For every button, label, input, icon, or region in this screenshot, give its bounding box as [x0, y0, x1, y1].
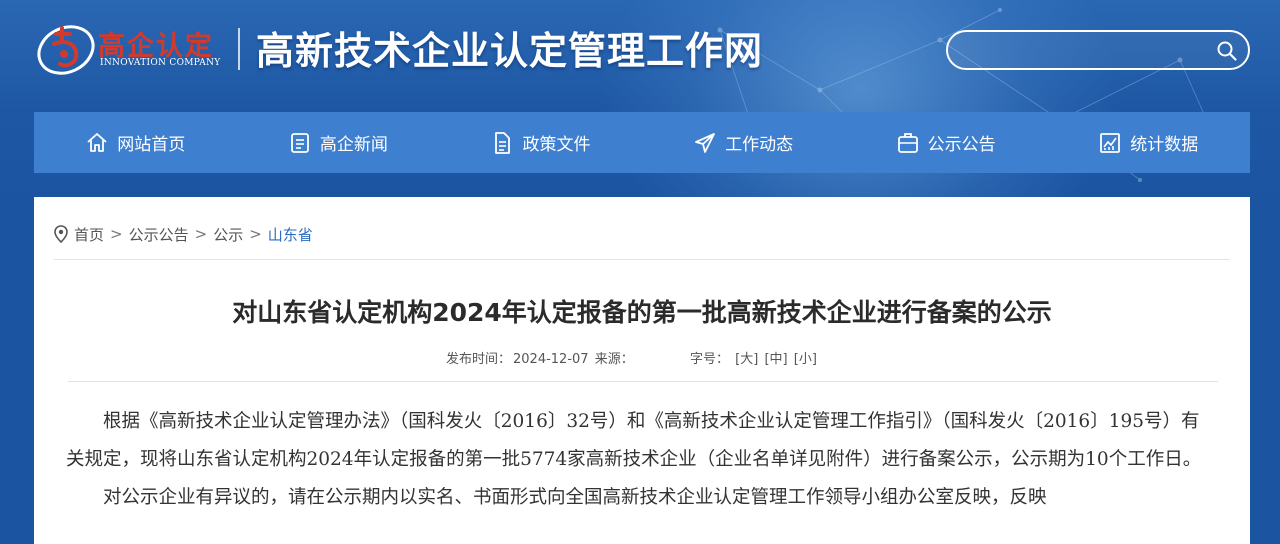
breadcrumb-notices[interactable]: 公示公告	[129, 224, 189, 245]
nav-item-label: 高企新闻	[319, 135, 388, 155]
home-icon	[87, 132, 107, 152]
breadcrumb-shandong[interactable]: 山东省	[268, 224, 313, 245]
main-nav: 网站首页 高企新闻 政策文件 工作动态 公示公告 统计数据	[34, 112, 1250, 173]
font-size-small-button[interactable]: [小]	[794, 352, 817, 367]
logo-subtitle: INNOVATION COMPANY	[100, 58, 221, 68]
nav-item-notice[interactable]: 公示公告	[844, 112, 1047, 173]
font-size-large-button[interactable]: [大]	[735, 352, 758, 367]
nav-item-work-news[interactable]: 工作动态	[642, 112, 845, 173]
nav-item-label: 统计数据	[1130, 135, 1199, 155]
breadcrumb-separator: >	[110, 225, 123, 243]
search-icon[interactable]	[1216, 40, 1238, 62]
meta-divider	[68, 381, 1218, 382]
nav-item-label: 网站首页	[117, 135, 186, 155]
header-divider	[238, 28, 240, 70]
article-title: 对山东省认定机构2024年认定报备的第一批高新技术企业进行备案的公示	[232, 298, 1052, 327]
news-icon	[290, 132, 309, 153]
document-icon	[495, 131, 511, 154]
breadcrumb-home[interactable]: 首页	[74, 224, 104, 245]
nav-item-label: 工作动态	[725, 135, 794, 155]
article-paragraph: 对公示企业有异议的，请在公示期内以实名、书面形式向全国高新技术企业认定管理工作领…	[103, 487, 1047, 508]
nav-item-statistics[interactable]: 统计数据	[1047, 112, 1250, 173]
search-box	[946, 30, 1250, 70]
breadcrumb-separator: >	[249, 225, 262, 243]
site-header: 高企认定 INNOVATION COMPANY 高新技术企业认定管理工作网	[0, 0, 1280, 100]
chart-icon	[1100, 132, 1121, 153]
font-size-label: 字号：	[690, 352, 730, 367]
content-panel: 首页 > 公示公告 > 公示 > 山东省 对山东省认定机构2024年认定报备的第…	[34, 197, 1250, 544]
nav-item-home[interactable]: 网站首页	[34, 112, 237, 173]
source-label: 来源：	[594, 352, 634, 367]
article-body: 根据《高新技术企业认定管理办法》（国科发火〔2016〕32号）和《高新技术企业认…	[66, 403, 1218, 517]
breadcrumb-publicity[interactable]: 公示	[213, 224, 243, 245]
published-label: 发布时间：	[446, 352, 512, 367]
nav-item-label: 政策文件	[522, 135, 591, 155]
logo-mark-icon	[37, 25, 95, 75]
search-input[interactable]	[964, 39, 1204, 61]
send-icon	[695, 132, 715, 153]
nav-item-news[interactable]: 高企新闻	[237, 112, 440, 173]
site-title: 高新技术企业认定管理工作网	[256, 28, 764, 73]
notice-icon	[897, 132, 918, 153]
article-paragraph: 根据《高新技术企业认定管理办法》（国科发火〔2016〕32号）和《高新技术企业认…	[66, 411, 1202, 470]
site-logo[interactable]: 高企认定 INNOVATION COMPANY	[34, 18, 230, 78]
published-date: 2024-12-07	[513, 352, 589, 367]
location-pin-icon	[54, 225, 68, 243]
nav-item-policy[interactable]: 政策文件	[439, 112, 642, 173]
font-size-medium-button[interactable]: [中]	[764, 352, 787, 367]
nav-item-label: 公示公告	[927, 135, 996, 155]
breadcrumb-separator: >	[194, 225, 208, 243]
article-meta: 发布时间： 2024-12-07 来源： 字号： [大] [中] [小]	[446, 348, 819, 367]
breadcrumb-divider	[54, 259, 1230, 260]
breadcrumb: 首页 > 公示公告 > 公示 > 山东省	[54, 223, 313, 245]
